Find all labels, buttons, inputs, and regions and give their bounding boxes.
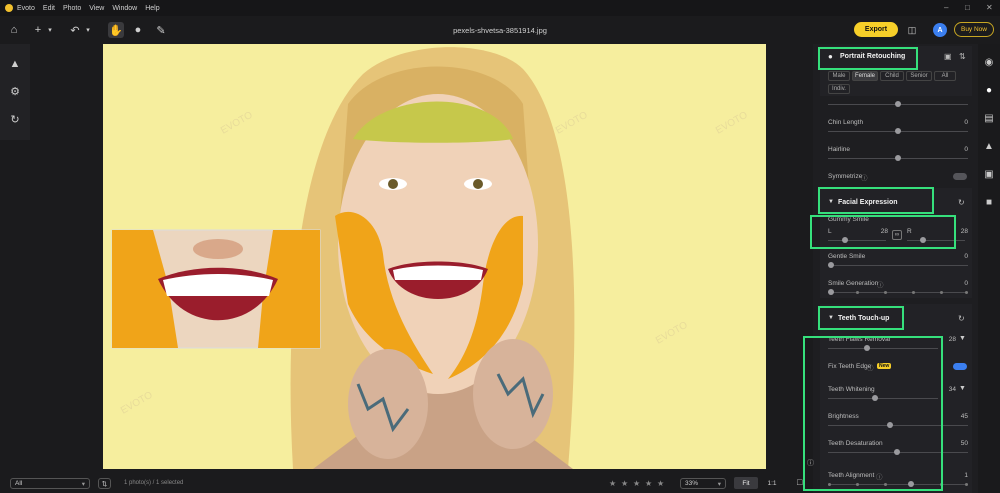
minimize-icon[interactable]: – (944, 3, 948, 12)
rating-star-icon[interactable]: ★ (633, 479, 640, 488)
chevron-down-icon[interactable]: ▼ (959, 385, 966, 392)
rating-star-icon[interactable]: ★ (645, 479, 652, 488)
chip-all[interactable]: All (934, 71, 956, 81)
slider-step (884, 291, 887, 294)
slider-step (940, 291, 943, 294)
slider-step (965, 483, 968, 486)
slider-knob[interactable] (828, 262, 834, 268)
reset-icon[interactable]: ↻ (958, 198, 965, 207)
history-icon[interactable]: ↻ (8, 112, 22, 126)
evoto-logo-icon (5, 4, 13, 12)
app-name: Evoto (17, 4, 35, 12)
chevron-down-icon: ▾ (717, 480, 721, 488)
symmetrize-toggle[interactable] (953, 173, 967, 180)
fit-button[interactable]: Fit (734, 477, 758, 489)
gear-icon[interactable]: ⚙ (8, 84, 22, 98)
hairline-value: 0 (964, 146, 968, 153)
slider-knob[interactable] (895, 101, 901, 107)
menu-help[interactable]: Help (145, 5, 159, 12)
clothing-icon[interactable]: ▲ (983, 140, 995, 152)
slider-knob[interactable] (895, 155, 901, 161)
buy-now-button[interactable]: Buy Now (954, 22, 994, 37)
chip-child[interactable]: Child (880, 71, 904, 81)
highlight-portrait (818, 47, 918, 70)
gentle-smile-label: Gentle Smile (828, 253, 866, 260)
info-icon[interactable]: ⓘ (861, 172, 868, 182)
crop-icon[interactable]: ▣ (983, 168, 995, 180)
smile-generation-slider[interactable] (828, 292, 968, 293)
highlight-teeth-controls (803, 336, 943, 491)
chevron-down-icon: ▾ (81, 480, 85, 488)
highlight-teeth-title (818, 306, 904, 330)
adjust-icon[interactable]: ▤ (983, 112, 995, 124)
expand-icon[interactable]: ▣ (944, 52, 952, 61)
photo-canvas[interactable]: EVOTO EVOTO EVOTO EVOTO EVOTO (103, 44, 766, 469)
main-toolbar: ⌂ + ▾ ↶ ▾ ✋ ● ✎ pexels-shvetsa-3851914.j… (0, 16, 1000, 44)
rating-star-icon[interactable]: ★ (609, 479, 616, 488)
landscape-icon[interactable]: ▲ (8, 57, 22, 71)
menu-bar: Evoto Edit Photo View Window Help – □ ✕ (0, 0, 1000, 16)
sort-icon[interactable]: ⇅ (98, 478, 111, 489)
chip-female[interactable]: Female (852, 71, 878, 81)
avatar[interactable]: A (933, 23, 947, 37)
menu-photo[interactable]: Photo (63, 5, 81, 12)
hairline-label: Hairline (828, 146, 851, 153)
zoom-value: 33% (685, 480, 699, 487)
symmetrize-label: Symmetrize (828, 173, 863, 180)
highlight-facial-expression (818, 187, 934, 214)
left-tool-strip: ▲ ⚙ ↻ (0, 44, 30, 140)
smile-generation-label: Smile Generation (828, 280, 879, 287)
gentle-smile-value: 0 (964, 253, 968, 260)
portrait-icon[interactable]: ● (983, 84, 995, 96)
camera-icon[interactable]: ■ (983, 196, 995, 208)
teeth-alignment-value: 1 (964, 472, 968, 479)
info-icon[interactable]: ⓘ (877, 279, 884, 289)
chip-indiv[interactable]: Indiv. (828, 84, 850, 94)
maximize-icon[interactable]: □ (965, 3, 970, 12)
photo-count: 1 photo(s) / 1 selected (124, 480, 184, 486)
info-icon[interactable]: ⓘ (807, 458, 814, 468)
rating-star-icon[interactable]: ★ (657, 479, 664, 488)
ratio-button[interactable]: 1:1 (760, 477, 784, 489)
slider-knob[interactable] (895, 128, 901, 134)
close-icon[interactable]: ✕ (986, 3, 993, 12)
zoom-inset (111, 229, 321, 349)
menu-view[interactable]: View (89, 5, 104, 12)
rating-star-icon[interactable]: ★ (621, 479, 628, 488)
portrait-photo: EVOTO EVOTO EVOTO EVOTO EVOTO (103, 44, 766, 469)
zoom-select[interactable]: 33% ▾ (680, 478, 726, 489)
file-name: pexels-shvetsa-3851914.jpg (453, 26, 547, 35)
reset-icon[interactable]: ↻ (958, 314, 965, 323)
filter-select[interactable]: All ▾ (10, 478, 90, 489)
brightness-value: 45 (960, 413, 968, 420)
chip-male[interactable]: Male (828, 71, 850, 81)
gentle-smile-slider[interactable] (828, 265, 968, 266)
slider-knob[interactable] (828, 289, 834, 295)
palette-icon[interactable]: ◉ (983, 56, 995, 68)
filter-value: All (15, 480, 23, 487)
menu-edit[interactable]: Edit (43, 5, 55, 12)
right-tool-strip: ◉ ● ▤ ▲ ▣ ■ (978, 44, 1000, 493)
export-button[interactable]: Export (854, 22, 898, 37)
fix-teeth-edge-toggle[interactable] (953, 363, 967, 370)
teeth-desaturation-value: 50 (960, 440, 968, 447)
highlight-gummy-smile (810, 215, 956, 249)
compare-icon[interactable]: ◫ (904, 22, 920, 38)
chin-length-value: 0 (964, 119, 968, 126)
chevron-down-icon[interactable]: ▼ (959, 335, 966, 342)
slider-step (965, 291, 968, 294)
slider-step (856, 291, 859, 294)
chip-senior[interactable]: Senior (906, 71, 932, 81)
sync-icon[interactable]: ⇅ (959, 52, 966, 61)
smile-generation-value: 0 (964, 280, 968, 287)
slider-step (912, 291, 915, 294)
chin-length-label: Chin Length (828, 119, 864, 126)
menu-window[interactable]: Window (112, 5, 137, 12)
